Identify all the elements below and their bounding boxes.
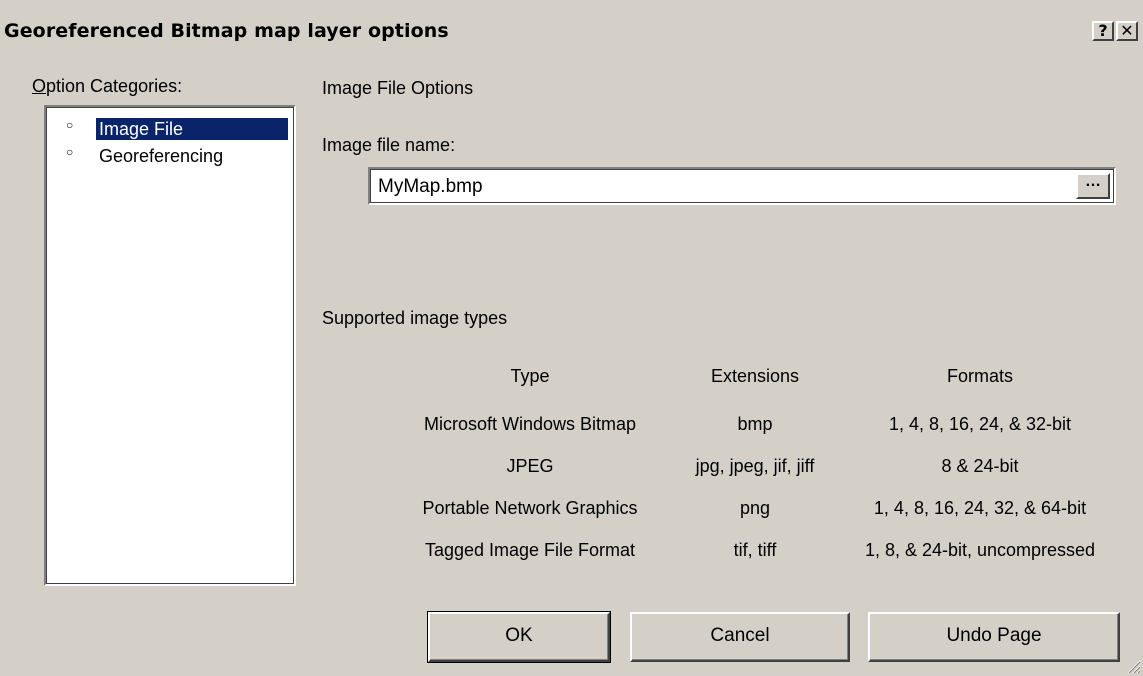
cancel-button[interactable]: Cancel bbox=[630, 612, 850, 662]
option-categories-label-text: ption Categories: bbox=[46, 76, 183, 96]
table-cell-extensions: png bbox=[739, 498, 771, 518]
section-title: Image File Options bbox=[322, 78, 474, 98]
dialog-title: Georeferenced Bitmap map layer options bbox=[4, 20, 449, 42]
close-button[interactable]: ✕ bbox=[1116, 21, 1138, 41]
bullet-icon: ○ bbox=[66, 118, 74, 132]
bullet-icon: ○ bbox=[66, 145, 74, 159]
image-file-name-value: MyMap.bmp bbox=[378, 176, 483, 197]
ok-button[interactable]: OK bbox=[427, 611, 611, 663]
resize-grip-icon[interactable] bbox=[1125, 658, 1141, 674]
table-cell-extensions: jpg, jpeg, jif, jiff bbox=[695, 456, 815, 476]
option-categories-list[interactable]: ○ Image File ○ Georeferencing bbox=[44, 105, 296, 586]
category-item-label: Georeferencing bbox=[99, 146, 224, 166]
option-categories-accesskey: O bbox=[32, 76, 47, 96]
table-cell-formats: 8 & 24-bit bbox=[941, 456, 1019, 476]
table-cell-extensions: tif, tiff bbox=[733, 540, 777, 560]
table-cell-extensions: bmp bbox=[737, 414, 773, 434]
option-categories-label: Option Categories: bbox=[32, 76, 182, 97]
table-cell-formats: 1, 4, 8, 16, 24, 32, & 64-bit bbox=[873, 498, 1087, 518]
image-file-name-label: Image file name: bbox=[322, 135, 456, 155]
help-button[interactable]: ? bbox=[1092, 21, 1114, 41]
browse-button[interactable]: … bbox=[1076, 173, 1110, 199]
category-item-label: Image File bbox=[96, 118, 288, 140]
table-header-formats: Formats bbox=[946, 366, 1013, 386]
supported-types-label: Supported image types bbox=[322, 308, 508, 328]
undo-page-button[interactable]: Undo Page bbox=[868, 612, 1120, 662]
table-header-extensions: Extensions bbox=[710, 366, 800, 386]
image-file-name-input[interactable]: MyMap.bmp … bbox=[368, 167, 1116, 205]
options-dialog: Georeferenced Bitmap map layer options ?… bbox=[0, 0, 1143, 676]
table-cell-formats: 1, 4, 8, 16, 24, & 32-bit bbox=[888, 414, 1072, 434]
table-cell-formats: 1, 8, & 24-bit, uncompressed bbox=[864, 540, 1096, 560]
